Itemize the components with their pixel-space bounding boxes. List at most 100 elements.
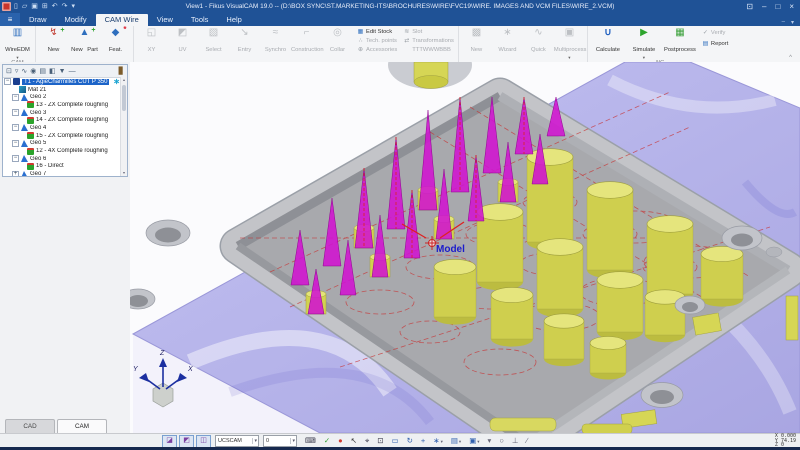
select-window-icon[interactable]: ⊡ bbox=[377, 435, 383, 448]
qat-dropdown-icon[interactable]: ▾ bbox=[72, 0, 76, 13]
close-icon[interactable]: × bbox=[789, 2, 794, 11]
menu-tab[interactable]: View bbox=[148, 14, 182, 26]
layers-icon[interactable]: ▤▾ bbox=[451, 435, 461, 448]
confirm-icon[interactable]: ✓ bbox=[324, 435, 330, 448]
pan-icon[interactable]: + bbox=[421, 435, 425, 448]
mode-tab[interactable]: CAD bbox=[5, 419, 55, 433]
app-icon[interactable] bbox=[2, 2, 11, 11]
expander-icon[interactable]: − bbox=[12, 155, 19, 162]
collapse-all-icon[interactable]: — bbox=[69, 68, 76, 75]
ucs-select[interactable]: UCSCAM ▾ bbox=[215, 435, 259, 447]
ribbon-button[interactable]: ▣ Multiprocess ▾ bbox=[554, 26, 585, 60]
tree-item[interactable]: 13 - ZX Complete roughing bbox=[3, 101, 127, 109]
tree-item[interactable]: 12 - 4X Complete roughing bbox=[3, 147, 127, 155]
rotate-view-icon[interactable]: ↻ bbox=[407, 435, 413, 448]
copy-view-icon[interactable]: ▣▾ bbox=[469, 435, 479, 448]
chevron-down-icon[interactable]: ▾ bbox=[290, 438, 296, 444]
tree-item-icon bbox=[19, 86, 26, 93]
show-curves-icon[interactable]: ∿ bbox=[21, 67, 27, 75]
tree-item[interactable]: + Geo 7 bbox=[3, 170, 127, 177]
ribbon-button[interactable]: ≈ Synchro bbox=[260, 26, 291, 56]
expander-icon[interactable]: − bbox=[4, 78, 11, 85]
ribbon-small-button[interactable]: ≋ Slot bbox=[403, 28, 454, 35]
scrollbar-thumb[interactable] bbox=[122, 85, 126, 111]
ribbon-minimize-icon[interactable]: – bbox=[782, 19, 785, 26]
ribbon-small-button[interactable]: ✓ Verify bbox=[702, 29, 728, 36]
tree-item[interactable]: 16 - Direct bbox=[3, 163, 127, 171]
ribbon-small-button[interactable]: ∴ Tech. points bbox=[357, 37, 397, 44]
ribbon-small-button[interactable]: ⇄ Transformations bbox=[403, 37, 454, 44]
ribbon-small-button[interactable]: TTTWWWBBB bbox=[403, 47, 454, 53]
tree-item[interactable]: − T1 - AgieCharmilles CUT P 350 ∗ bbox=[3, 78, 127, 86]
filter-icon[interactable]: ▼ bbox=[59, 68, 66, 75]
layer-select[interactable]: 0 ▾ bbox=[263, 435, 297, 447]
chevron-down-icon[interactable]: ▾ bbox=[252, 438, 258, 444]
document-icon[interactable]: ▤ bbox=[39, 67, 46, 75]
open-file-icon[interactable]: ▱ bbox=[22, 0, 27, 13]
ribbon-more-icon[interactable]: ▾ bbox=[791, 19, 794, 26]
menu-tab[interactable]: Draw bbox=[20, 14, 56, 26]
restore-icon[interactable]: □ bbox=[775, 2, 780, 11]
wire-filter-icon[interactable]: ▿ bbox=[15, 67, 19, 75]
menu-tab[interactable]: CAM Wire bbox=[96, 14, 148, 26]
favorite-icon[interactable]: ∗ bbox=[113, 77, 120, 86]
expander-icon[interactable]: − bbox=[12, 109, 19, 116]
mode-tab[interactable]: CAM bbox=[57, 419, 107, 433]
view-top-icon[interactable]: ◩ bbox=[179, 435, 194, 448]
tree-item[interactable]: − Geo 4 bbox=[3, 124, 127, 132]
expander-icon[interactable]: − bbox=[12, 140, 19, 147]
scroll-up-icon[interactable]: ▴ bbox=[121, 77, 127, 83]
ribbon-button[interactable]: ▥ WireEDM ▾ bbox=[2, 26, 33, 60]
expander-icon[interactable]: + bbox=[12, 171, 19, 177]
cursor-icon[interactable]: ↖ bbox=[351, 435, 357, 448]
new-file-icon[interactable]: ▯ bbox=[14, 0, 18, 13]
ribbon-button[interactable]: ▦ Postprocess bbox=[662, 26, 698, 56]
line-snap-icon[interactable]: ∕ bbox=[526, 435, 527, 448]
ribbon-small-button[interactable]: ▦ Edit Stock bbox=[357, 28, 397, 35]
ribbon-button[interactable]: ∗ Wizard bbox=[492, 26, 523, 56]
view-dynamic-icon[interactable]: ◫ bbox=[196, 435, 211, 448]
scroll-down-icon[interactable]: ▾ bbox=[121, 170, 127, 176]
snap-filter-icon[interactable]: ▾ bbox=[488, 435, 492, 448]
undo-icon[interactable]: ↶ bbox=[52, 0, 58, 13]
view-iso-icon[interactable]: ◪ bbox=[162, 435, 177, 448]
redo-icon[interactable]: ↷ bbox=[62, 0, 68, 13]
tree-item[interactable]: − Geo 5 bbox=[3, 140, 127, 148]
minimize-icon[interactable]: – bbox=[762, 2, 766, 11]
ribbon-button[interactable]: ⌐ Construction bbox=[291, 26, 322, 56]
pin-icon[interactable]: ▊ bbox=[119, 67, 124, 75]
ribbon-button[interactable]: ∪ Calculate bbox=[590, 26, 626, 56]
perpendicular-snap-icon[interactable]: ⊥ bbox=[512, 435, 519, 448]
circle-snap-icon[interactable]: ○ bbox=[499, 435, 504, 448]
show-machine-icon[interactable]: ⊡ bbox=[6, 67, 12, 75]
ribbon-small-button[interactable]: ▤ Report bbox=[702, 40, 728, 47]
quick-access-toolbar: ▯ ▱ ▣ ⊞ ↶ ↷ ▾ bbox=[14, 0, 75, 13]
tree-item[interactable]: − Geo 6 bbox=[3, 155, 127, 163]
stop-icon[interactable]: ● bbox=[338, 435, 343, 448]
keyboard-icon[interactable]: ⌨ bbox=[305, 435, 316, 448]
solids-icon[interactable]: ◧ bbox=[49, 67, 56, 75]
tree-item[interactable]: − Geo 2 bbox=[3, 93, 127, 101]
expander-icon[interactable]: − bbox=[12, 94, 19, 101]
tree-item[interactable]: Mat 21 bbox=[3, 86, 127, 94]
menu-tab[interactable]: Help bbox=[217, 14, 250, 26]
save-icon[interactable]: ▣ bbox=[31, 0, 38, 13]
tree-item[interactable]: 14 - ZX Complete roughing bbox=[3, 116, 127, 124]
zoom-window-icon[interactable]: ▭ bbox=[391, 435, 398, 448]
ribbon-collapse-icon[interactable]: ^ bbox=[789, 55, 792, 61]
menu-tab[interactable]: Tools bbox=[182, 14, 218, 26]
world-icon[interactable]: ◉ bbox=[30, 67, 36, 75]
tree-item[interactable]: − Geo 3 bbox=[3, 109, 127, 117]
viewport-3d[interactable]: Model Z Y X bbox=[130, 62, 800, 433]
zoom-extents-icon[interactable]: ∗▾ bbox=[433, 435, 443, 448]
expander-icon[interactable]: − bbox=[12, 124, 19, 131]
print-icon[interactable]: ⊞ bbox=[42, 0, 48, 13]
ribbon-button[interactable]: ▲ New Part bbox=[69, 26, 100, 56]
tree-item[interactable]: 15 - ZX Complete roughing bbox=[3, 132, 127, 140]
hamburger-menu-icon[interactable]: ≡ bbox=[0, 13, 20, 26]
ribbon-options-icon[interactable]: ⊡ bbox=[746, 2, 753, 11]
zoom-cursor-icon[interactable]: ⌖ bbox=[365, 435, 369, 448]
ribbon-small-button[interactable]: ⊕ Accessories bbox=[357, 46, 397, 53]
tree-scrollbar[interactable]: ▴ ▾ bbox=[120, 77, 127, 176]
ribbon-button[interactable]: ▶ Simulate ▾ bbox=[626, 26, 662, 60]
